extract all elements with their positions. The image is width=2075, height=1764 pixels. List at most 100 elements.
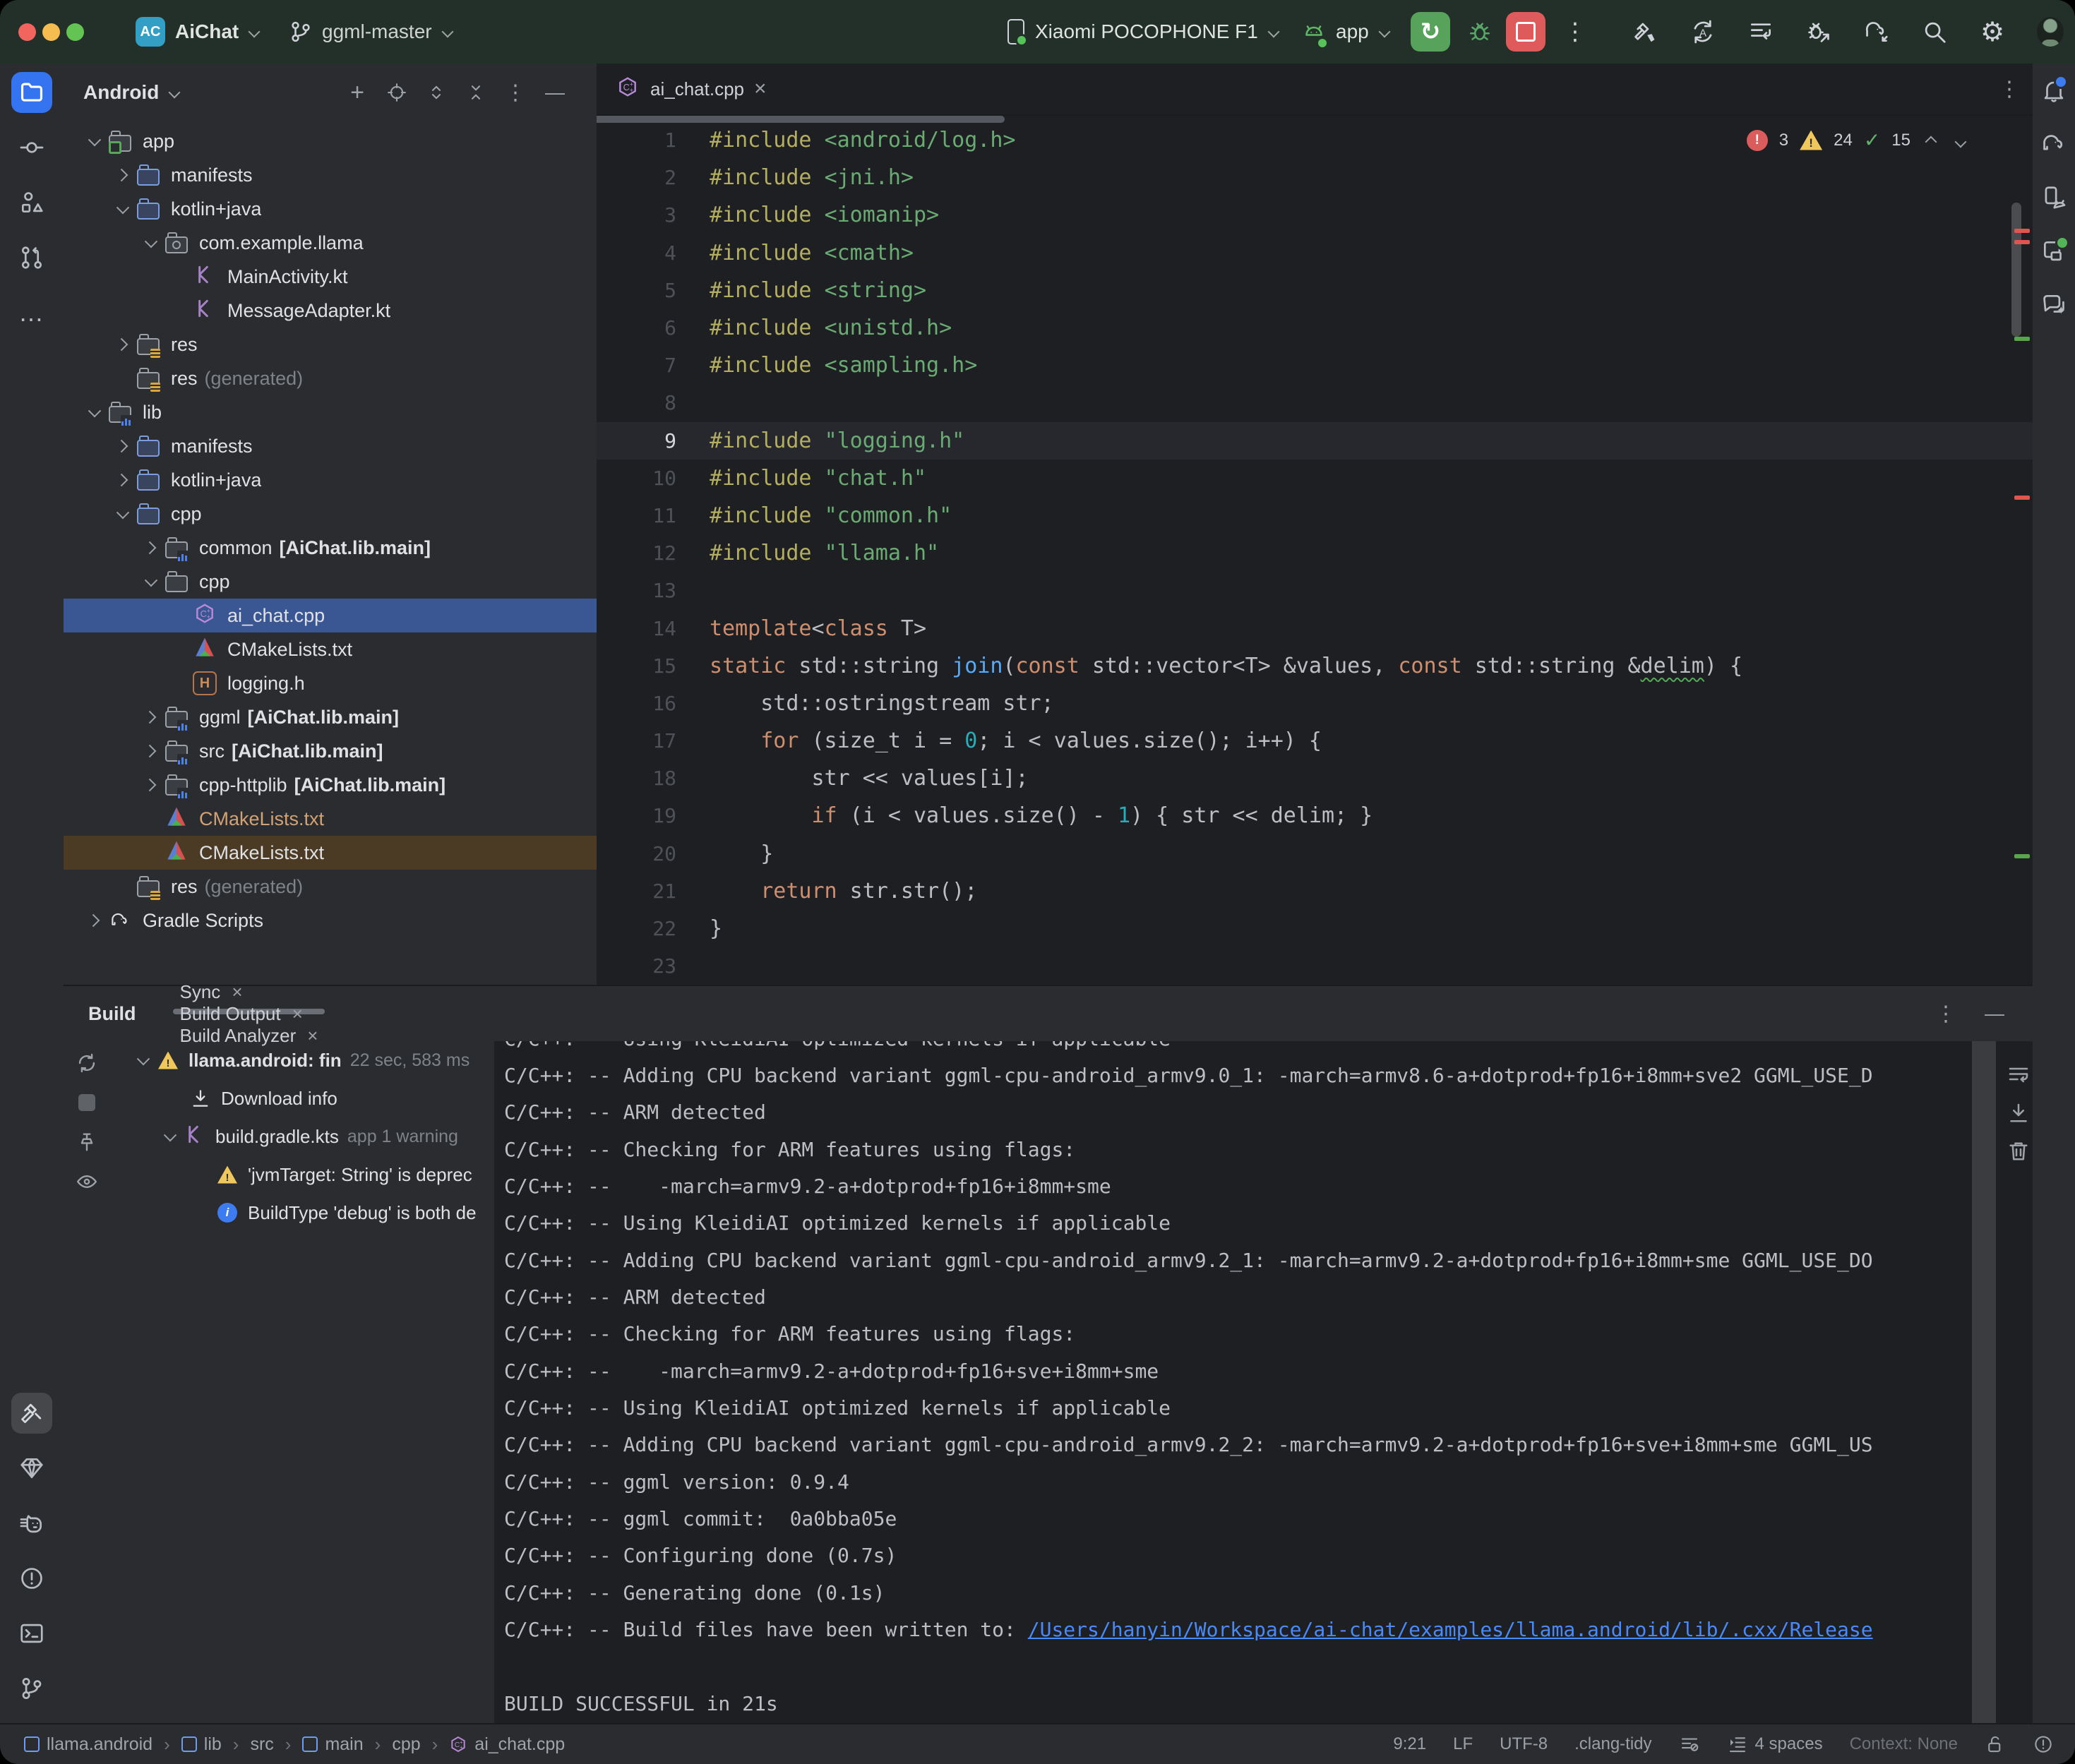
- breadcrumb-item-llama-android[interactable]: llama.android: [24, 1734, 153, 1755]
- tree-item-common[interactable]: common[AiChat.lib.main]: [64, 531, 597, 565]
- sidebar-item-gemini[interactable]: ✦: [2035, 287, 2072, 323]
- locate-file-button[interactable]: [386, 82, 407, 103]
- sidebar-item-version-control[interactable]: [11, 1668, 52, 1709]
- next-problem-button[interactable]: [1951, 131, 1970, 150]
- device-selector[interactable]: Xiaomi POCOPHONE F1: [1035, 0, 1282, 64]
- code-line-18[interactable]: 18 str << values[i];: [597, 760, 2033, 797]
- sync-project-button[interactable]: A: [1690, 18, 1716, 45]
- chevron-right-icon[interactable]: [138, 701, 164, 733]
- close-tab-button[interactable]: ×: [754, 78, 767, 100]
- code-line-15[interactable]: 15static std::string join(const std::vec…: [597, 647, 2033, 685]
- zoom-window-button[interactable]: [66, 23, 84, 41]
- chevron-right-icon[interactable]: [110, 430, 136, 462]
- sidebar-item-device-manager[interactable]: [2035, 179, 2072, 216]
- build-run-button[interactable]: [1632, 18, 1658, 45]
- chevron-right-icon[interactable]: [138, 735, 164, 767]
- chevron-right-icon[interactable]: [110, 464, 136, 496]
- stripe-mark[interactable]: [2014, 337, 2030, 341]
- chevron-right-icon[interactable]: [110, 159, 136, 191]
- code-line-5[interactable]: 5#include <string>: [597, 272, 2033, 309]
- run-more-button[interactable]: ⋮: [1565, 0, 1586, 64]
- code-line-9[interactable]: 9#include "logging.h": [597, 422, 2033, 460]
- scroll-end-icon[interactable]: [2006, 1100, 2031, 1126]
- project-selector[interactable]: AiChat: [175, 0, 263, 64]
- collapse-all-button[interactable]: [465, 82, 486, 103]
- sidebar-item-project[interactable]: [11, 72, 52, 113]
- ide-errors-icon[interactable]: [2033, 1734, 2054, 1755]
- code-line-8[interactable]: 8: [597, 384, 2033, 421]
- stripe-mark[interactable]: [2014, 496, 2030, 500]
- indent-setting[interactable]: 4 spaces: [1727, 1734, 1823, 1755]
- tab-sync[interactable]: Sync×: [180, 981, 318, 1003]
- pin-icon[interactable]: [75, 1130, 99, 1154]
- prev-problem-button[interactable]: [1922, 131, 1940, 150]
- breadcrumb-item-main[interactable]: main: [302, 1734, 363, 1755]
- stop-button[interactable]: [1506, 12, 1545, 52]
- trash-icon[interactable]: [2006, 1139, 2031, 1164]
- tree-item-cpp[interactable]: cpp: [64, 565, 597, 599]
- tree-item-cmakelists-txt[interactable]: CMakeLists.txt: [64, 632, 597, 666]
- editor-options-button[interactable]: ⋮: [1999, 64, 2020, 114]
- chevron-down-icon[interactable]: [167, 85, 183, 100]
- code-line-2[interactable]: 2#include <jni.h>: [597, 159, 2033, 196]
- tree-item-gradle-scripts[interactable]: Gradle Scripts: [64, 904, 597, 937]
- tree-item-app[interactable]: app: [64, 124, 597, 158]
- lock-icon[interactable]: [1985, 1734, 2006, 1755]
- tree-item-lib[interactable]: lib: [64, 395, 597, 429]
- refresh-icon[interactable]: [75, 1051, 99, 1075]
- breadcrumb-item-src[interactable]: src: [250, 1734, 273, 1755]
- sidebar-item-gradle[interactable]: [2035, 126, 2072, 162]
- close-icon[interactable]: ×: [232, 983, 242, 1001]
- build-tree-item-jvmtarget-string-is-deprec[interactable]: !'jvmTarget: String' is deprec: [109, 1156, 494, 1194]
- code-line-17[interactable]: 17 for (size_t i = 0; i < values.size();…: [597, 722, 2033, 760]
- sidebar-item-pull-requests[interactable]: [11, 237, 52, 278]
- build-tree-item-build-gradle-kts[interactable]: build.gradle.ktsapp 1 warning: [109, 1117, 494, 1156]
- code-line-22[interactable]: 22}: [597, 910, 2033, 947]
- breadcrumb-item-lib[interactable]: lib: [181, 1734, 222, 1755]
- line-separator[interactable]: LF: [1453, 1734, 1473, 1754]
- tree-item-mainactivity-kt[interactable]: MainActivity.kt: [64, 260, 597, 294]
- tree-item-kotlin-java[interactable]: kotlin+java: [64, 192, 597, 226]
- sidebar-item-running-devices[interactable]: [2035, 233, 2072, 270]
- chevron-right-icon[interactable]: [82, 904, 107, 937]
- tree-item-manifests[interactable]: manifests: [64, 429, 597, 463]
- tree-item-cmakelists-txt[interactable]: CMakeLists.txt: [64, 802, 597, 836]
- stripe-mark[interactable]: [2014, 240, 2030, 244]
- tree-item-cpp-httplib[interactable]: cpp-httplib[AiChat.lib.main]: [64, 768, 597, 802]
- build-output-link[interactable]: /Users/hanyin/Workspace/ai-chat/examples…: [1028, 1618, 1873, 1641]
- build-variants-button[interactable]: [1747, 18, 1774, 45]
- code-line-4[interactable]: 4#include <cmath>: [597, 234, 2033, 272]
- tree-item-res[interactable]: res: [64, 328, 597, 361]
- tab-ai-chat-cpp[interactable]: C++ ai_chat.cpp ×: [597, 64, 785, 114]
- chevron-down-icon[interactable]: [110, 498, 136, 530]
- minimize-window-button[interactable]: [42, 23, 60, 41]
- code-line-10[interactable]: 10#include "chat.h": [597, 460, 2033, 497]
- search-button[interactable]: [1921, 18, 1948, 45]
- code-line-19[interactable]: 19 if (i < values.size() - 1) { str << d…: [597, 797, 2033, 834]
- chevron-down-icon[interactable]: [138, 227, 164, 259]
- sidebar-item-problems[interactable]: [11, 1558, 52, 1599]
- tree-item-cpp[interactable]: cpp: [64, 497, 597, 531]
- formatter-icon[interactable]: [1679, 1734, 1700, 1755]
- add-button[interactable]: +: [347, 82, 368, 103]
- code-line-13[interactable]: 13: [597, 572, 2033, 609]
- tree-item-manifests[interactable]: manifests: [64, 158, 597, 192]
- stripe-mark[interactable]: [2014, 854, 2030, 858]
- build-options-button[interactable]: ⋮: [1935, 1002, 1956, 1026]
- close-icon[interactable]: ×: [292, 1004, 303, 1023]
- code-line-6[interactable]: 6#include <unistd.h>: [597, 309, 2033, 347]
- sidebar-item-build[interactable]: [11, 1393, 52, 1434]
- sidebar-item-terminal[interactable]: [11, 1613, 52, 1654]
- tree-item-cmakelists-txt[interactable]: CMakeLists.txt: [64, 836, 597, 870]
- stripe-mark[interactable]: [2014, 229, 2030, 233]
- soft-wrap-icon[interactable]: [2006, 1062, 2031, 1088]
- tree-item-src[interactable]: src[AiChat.lib.main]: [64, 734, 597, 768]
- hide-build-panel-button[interactable]: —: [1985, 1004, 2004, 1024]
- file-encoding[interactable]: UTF-8: [1500, 1734, 1548, 1754]
- sidebar-item-more[interactable]: …: [11, 292, 52, 333]
- hide-panel-button[interactable]: —: [544, 82, 566, 103]
- gradle-sync-button[interactable]: [1863, 18, 1890, 45]
- sidebar-item-quality-insights[interactable]: [11, 1448, 52, 1489]
- chevron-down-icon[interactable]: [82, 396, 107, 428]
- code-line-3[interactable]: 3#include <iomanip>: [597, 196, 2033, 234]
